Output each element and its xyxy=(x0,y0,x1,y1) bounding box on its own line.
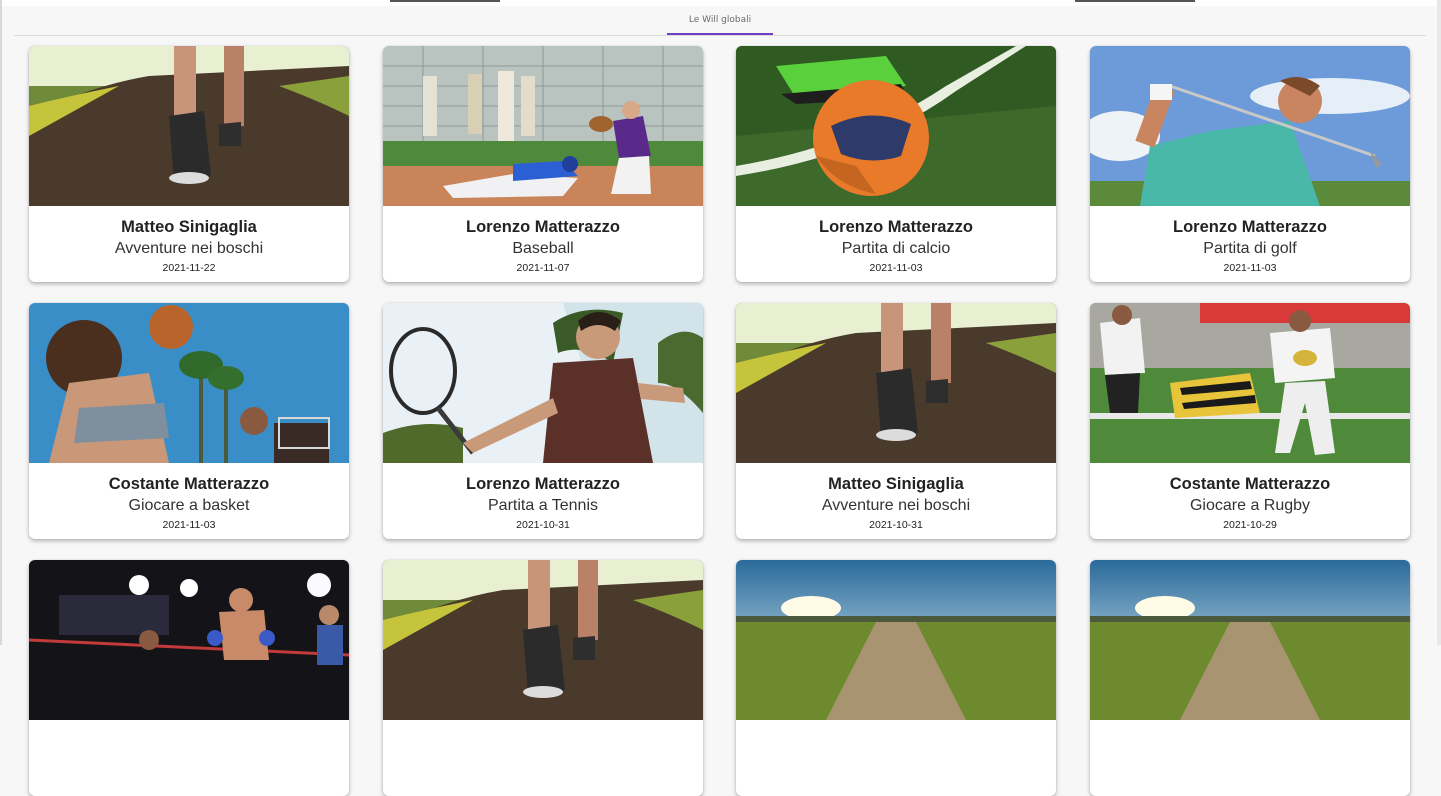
card-activity: Partita di calcio xyxy=(841,240,951,257)
card-activity: Baseball xyxy=(512,240,574,257)
basketball-shot-photo xyxy=(29,303,349,463)
card-date: 2021-10-29 xyxy=(1223,519,1277,531)
card-activity: Giocare a basket xyxy=(128,497,250,514)
will-card[interactable] xyxy=(736,560,1056,796)
card-author: Lorenzo Matterazzo xyxy=(465,218,620,236)
card-activity: Avventure nei boschi xyxy=(114,240,264,257)
will-card[interactable]: Costante Matterazzo Giocare a basket 202… xyxy=(29,303,349,539)
card-date: 2021-11-07 xyxy=(516,262,570,274)
will-card[interactable]: Lorenzo Matterazzo Partita di calcio 202… xyxy=(736,46,1056,282)
will-card[interactable] xyxy=(383,560,703,796)
forest-path-walking-photo xyxy=(29,46,349,206)
soccer-ball-photo xyxy=(736,46,1056,206)
will-card[interactable]: Lorenzo Matterazzo Partita di golf 2021-… xyxy=(1090,46,1410,282)
golf-swing-photo xyxy=(1090,46,1410,206)
tab-bar: Le Will globali xyxy=(14,6,1426,36)
forest-path-walking-photo xyxy=(736,303,1056,463)
rugby-tackle-photo xyxy=(1090,303,1410,463)
tab-le-will-globali[interactable]: Le Will globali xyxy=(667,6,773,35)
card-activity: Partita di golf xyxy=(1203,240,1297,257)
will-card[interactable]: Matteo Sinigaglia Avventure nei boschi 2… xyxy=(736,303,1056,539)
will-card[interactable] xyxy=(1090,560,1410,796)
will-card[interactable] xyxy=(29,560,349,796)
will-card[interactable]: Matteo Sinigaglia Avventure nei boschi 2… xyxy=(29,46,349,282)
card-author: Costante Matterazzo xyxy=(1169,475,1331,493)
tennis-player-photo xyxy=(383,303,703,463)
active-tab-indicator xyxy=(667,33,773,35)
card-author: Lorenzo Matterazzo xyxy=(465,475,620,493)
card-activity: Partita a Tennis xyxy=(488,497,598,514)
card-activity: Avventure nei boschi xyxy=(821,497,971,514)
card-author: Lorenzo Matterazzo xyxy=(818,218,973,236)
baseball-slide-photo xyxy=(383,46,703,206)
card-date: 2021-10-31 xyxy=(869,519,923,531)
card-date: 2021-11-22 xyxy=(162,262,216,274)
card-date: 2021-10-31 xyxy=(516,519,570,531)
forest-path-walking-photo xyxy=(383,560,703,720)
will-card[interactable]: Lorenzo Matterazzo Baseball 2021-11-07 xyxy=(383,46,703,282)
card-author: Matteo Sinigaglia xyxy=(121,218,257,236)
field-sunrise-photo xyxy=(1090,560,1410,720)
card-date: 2021-11-03 xyxy=(162,519,216,531)
left-edge xyxy=(0,0,2,645)
card-author: Lorenzo Matterazzo xyxy=(1172,218,1327,236)
scrollbar-track[interactable] xyxy=(1437,0,1441,645)
card-date: 2021-11-03 xyxy=(869,262,923,274)
card-author: Costante Matterazzo xyxy=(108,475,270,493)
card-activity: Giocare a Rugby xyxy=(1189,497,1311,514)
field-sunrise-photo xyxy=(736,560,1056,720)
boxing-ring-photo xyxy=(29,560,349,720)
card-date: 2021-11-03 xyxy=(1223,262,1277,274)
tab-label: Le Will globali xyxy=(688,15,752,25)
will-card[interactable]: Lorenzo Matterazzo Partita a Tennis 2021… xyxy=(383,303,703,539)
card-author: Matteo Sinigaglia xyxy=(828,475,964,493)
will-card[interactable]: Costante Matterazzo Giocare a Rugby 2021… xyxy=(1090,303,1410,539)
